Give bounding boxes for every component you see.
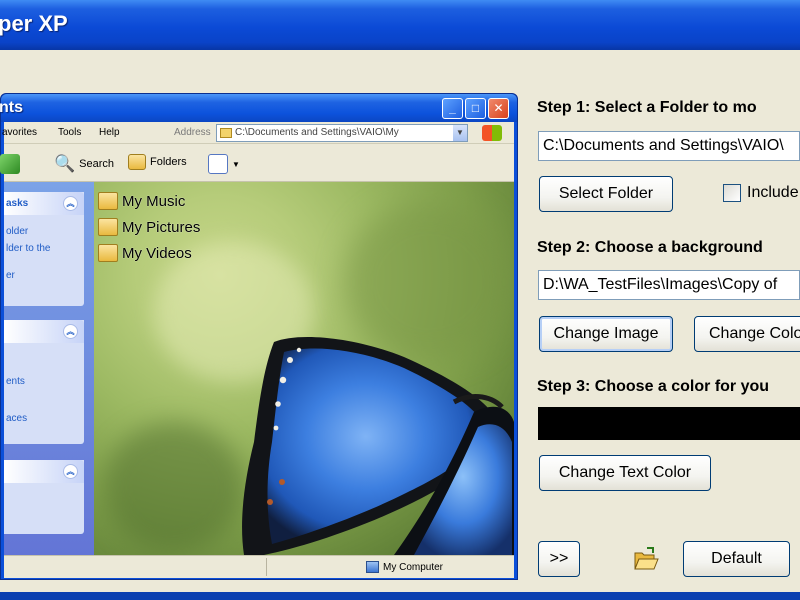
step2-label: Step 2: Choose a background <box>537 239 763 256</box>
search-label: Search <box>79 158 115 170</box>
maximize-icon: □ <box>465 98 486 119</box>
folder-label: My Music <box>122 192 186 210</box>
step1-label: Step 1: Select a Folder to mo <box>537 99 757 116</box>
folder-icon <box>220 128 232 138</box>
preview-title-bar: nts _ □ ✕ <box>0 94 517 122</box>
task-link: aces <box>6 413 28 424</box>
close-icon: ✕ <box>488 98 509 119</box>
app-title-bar[interactable]: per XP <box>0 0 800 50</box>
explorer-preview-window: nts _ □ ✕ avorites Tools Help Address C:… <box>0 93 518 580</box>
chevron-down-icon: ▼ <box>453 125 467 141</box>
preview-toolbar: 🔍 Search Folders ▼ <box>0 144 514 182</box>
address-field: C:\Documents and Settings\VAIO\My ▼ <box>216 124 468 142</box>
change-image-button[interactable]: Change Image <box>539 316 673 352</box>
status-location: My Computer <box>366 561 443 573</box>
desktop-background-preview: My Music My Pictures My Videos <box>94 182 514 555</box>
preview-title: nts <box>0 99 23 116</box>
desktop-folder-list: My Music My Pictures My Videos <box>98 188 200 266</box>
default-button[interactable]: Default <box>683 541 790 577</box>
next-button[interactable]: >> <box>538 541 580 577</box>
preview-status-bar: My Computer <box>4 555 514 578</box>
windows-logo-icon <box>482 125 502 141</box>
videos-folder-icon <box>98 244 118 262</box>
include-label: Include <box>747 184 799 201</box>
menu-favorites: avorites <box>2 127 38 138</box>
task-panel-2: ︽ ents aces <box>4 320 84 444</box>
preview-menu-bar: avorites Tools Help Address C:\Documents… <box>2 122 514 144</box>
list-item: My Pictures <box>98 214 200 240</box>
menu-tools: Tools <box>58 127 82 138</box>
preview-client-area: avorites Tools Help Address C:\Documents… <box>0 122 514 578</box>
task-panel-1: asks ︽ older lder to the er <box>4 192 84 306</box>
change-text-color-button[interactable]: Change Text Color <box>539 455 711 491</box>
collapse-icon: ︽ <box>63 196 78 211</box>
list-item: My Videos <box>98 240 200 266</box>
search-button: 🔍 Search <box>54 154 114 174</box>
task-link: older <box>6 226 29 237</box>
views-button: ▼ <box>208 154 240 174</box>
text-color-swatch <box>538 407 800 440</box>
music-folder-icon <box>98 192 118 210</box>
menu-help: Help <box>99 127 120 138</box>
task-panel-header: ︽ <box>4 320 84 343</box>
select-folder-button[interactable]: Select Folder <box>539 176 673 212</box>
computer-icon <box>366 561 379 573</box>
minimize-icon: _ <box>442 98 463 119</box>
task-link: lder to the <box>6 243 51 254</box>
status-separator <box>266 558 267 576</box>
window-bottom-border <box>0 592 800 600</box>
status-location-label: My Computer <box>383 561 444 573</box>
search-icon: 🔍 <box>54 154 76 173</box>
collapse-icon: ︽ <box>63 464 78 479</box>
up-arrow-icon <box>0 154 20 174</box>
list-item: My Music <box>98 188 200 214</box>
pictures-folder-icon <box>98 218 118 236</box>
task-panel-header: asks ︽ <box>4 192 84 215</box>
task-panel-title: asks <box>6 198 29 209</box>
change-color-button[interactable]: Change Colo <box>694 316 800 352</box>
folder-label: My Videos <box>122 244 192 262</box>
views-icon <box>208 154 228 174</box>
task-pane: asks ︽ older lder to the er ︽ ents aces … <box>4 182 94 555</box>
address-value: C:\Documents and Settings\VAIO\My <box>235 127 399 138</box>
task-panel-3: ︽ <box>4 460 84 534</box>
image-path-field[interactable]: D:\WA_TestFiles\Images\Copy of <box>538 270 800 300</box>
task-link: ents <box>6 376 25 387</box>
task-link: er <box>6 270 15 281</box>
folder-path-field[interactable]: C:\Documents and Settings\VAIO\ <box>538 131 800 161</box>
step3-label: Step 3: Choose a color for you <box>537 378 770 395</box>
up-folder-button <box>0 154 20 174</box>
folders-label: Folders <box>150 156 187 168</box>
open-folder-icon[interactable] <box>633 547 659 571</box>
include-checkbox[interactable] <box>723 184 741 202</box>
task-panel-header: ︽ <box>4 460 84 483</box>
address-label: Address <box>174 127 211 138</box>
folders-button: Folders <box>128 154 187 170</box>
chevron-down-icon: ▼ <box>232 159 240 169</box>
collapse-icon: ︽ <box>63 324 78 339</box>
app-title: per XP <box>0 11 68 36</box>
folder-label: My Pictures <box>122 218 201 236</box>
folder-icon <box>128 154 146 170</box>
